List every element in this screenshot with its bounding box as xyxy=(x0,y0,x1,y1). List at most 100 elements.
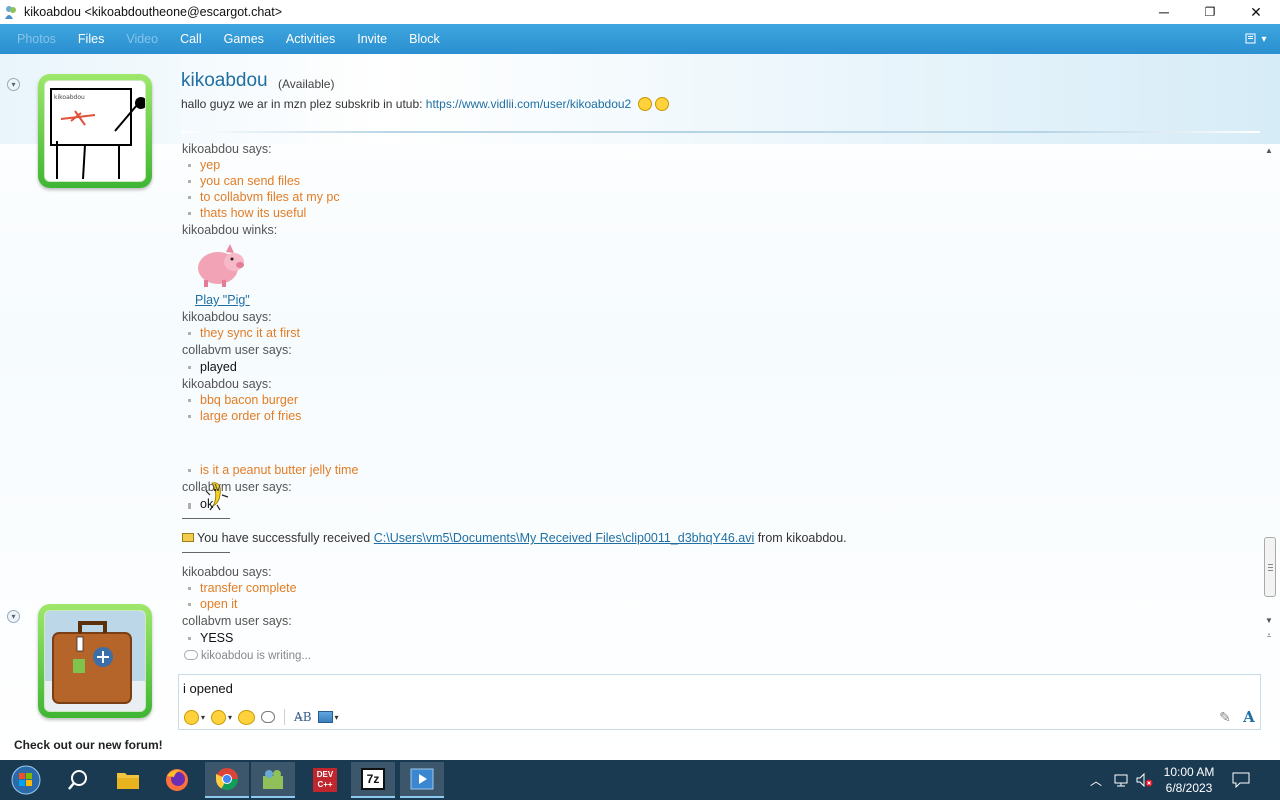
taskbar-file-explorer[interactable] xyxy=(106,762,150,798)
pig-wink-icon[interactable] xyxy=(194,240,246,288)
message-line: YESS xyxy=(182,631,233,645)
start-button[interactable] xyxy=(4,762,48,798)
message-sender: collabvm user says: xyxy=(182,614,292,628)
play-wink-link[interactable]: Play "Pig" xyxy=(195,293,250,307)
7zip-icon: 7z xyxy=(361,768,385,790)
personal-message-link[interactable]: https://www.vidlii.com/user/kikoabdou2 xyxy=(426,97,631,111)
contact-status: (Available) xyxy=(278,77,335,91)
file-transfer-notice: You have successfully received C:\Users\… xyxy=(182,531,847,545)
scroll-up-icon[interactable]: ▲ xyxy=(1262,144,1276,156)
clock-date: 6/8/2023 xyxy=(1165,781,1213,795)
message-line: large order of fries xyxy=(182,409,301,423)
folder-icon xyxy=(117,773,139,789)
network-status[interactable] xyxy=(1112,760,1130,800)
handwriting-button[interactable]: ✎ xyxy=(1213,705,1237,729)
message-line: played xyxy=(182,360,237,374)
wink-button[interactable]: ▾ xyxy=(208,707,235,727)
message-line: yep xyxy=(182,158,220,172)
dev-cpp-icon: DEV C++ xyxy=(313,768,337,792)
contact-avatar[interactable]: kikoabdou xyxy=(38,74,152,188)
suitcase-image xyxy=(45,611,145,711)
action-center-button[interactable] xyxy=(1230,760,1252,800)
contact-name: kikoabdou xyxy=(181,70,268,91)
toolbar-separator xyxy=(284,709,286,725)
taskbar-app[interactable] xyxy=(400,762,444,798)
taskbar: DEV C++ 7z ︿ 10:00 AM 6/8/2023 xyxy=(0,760,1280,800)
emoticon-button[interactable]: ▾ xyxy=(181,707,208,727)
chevron-down-icon: ▾ xyxy=(228,712,233,722)
chevron-up-icon: ︿ xyxy=(1089,773,1102,788)
wink-sender: kikoabdou winks: xyxy=(182,223,278,237)
toolbar-block[interactable]: Block xyxy=(398,32,451,46)
scroll-down-icon[interactable]: ▼ xyxy=(1262,614,1276,626)
toolbar-files[interactable]: Files xyxy=(67,32,115,46)
nudge-button[interactable] xyxy=(258,707,278,727)
background-button[interactable]: ▾ xyxy=(315,707,342,727)
separator xyxy=(182,518,230,519)
search-button[interactable] xyxy=(56,762,100,798)
conversation-window: ▾ kikoabdou kikoabdou (Available) hallo … xyxy=(0,54,1280,760)
search-icon xyxy=(68,770,87,790)
taskbar-clock[interactable]: 10:00 AM 6/8/2023 xyxy=(1158,764,1220,796)
message-line: they sync it at first xyxy=(182,326,300,340)
volume-control[interactable] xyxy=(1136,760,1154,800)
separator xyxy=(182,552,230,553)
own-avatar-image xyxy=(44,610,146,712)
received-file-link[interactable]: C:\Users\vm5\Documents\My Received Files… xyxy=(374,531,755,545)
menu-button[interactable]: ▾ xyxy=(1242,30,1270,48)
messenger-icon xyxy=(263,770,283,789)
taskbar-messenger[interactable] xyxy=(251,762,295,798)
ad-banner-link[interactable]: Check out our new forum! xyxy=(14,738,163,752)
own-avatar[interactable] xyxy=(38,604,152,718)
taskbar-7zip[interactable]: 7z xyxy=(351,762,395,798)
chevron-down-icon: ▾ xyxy=(11,612,16,621)
nudge-icon xyxy=(261,711,276,723)
wink-icon xyxy=(211,709,227,725)
voice-clip-button[interactable] xyxy=(235,707,258,727)
app-window-icon xyxy=(410,768,434,790)
toolbar-call[interactable]: Call xyxy=(169,32,213,46)
personal-message: hallo guyz we ar in mzn plez subskrib in… xyxy=(181,97,669,111)
taskbar-chrome[interactable] xyxy=(205,762,249,798)
toolbar-activities[interactable]: Activities xyxy=(275,32,346,46)
pencil-icon xyxy=(184,650,198,660)
message-sender: kikoabdou says: xyxy=(182,142,272,156)
font-icon: A xyxy=(1243,708,1255,726)
conversation-scrollbar[interactable]: ▲ ▼ ⩡ xyxy=(1262,144,1276,644)
taskbar-dev-cpp[interactable]: DEV C++ xyxy=(303,762,347,798)
close-button[interactable]: ✕ xyxy=(1233,0,1279,24)
title-bar: kikoabdou <kikoabdoutheone@escargot.chat… xyxy=(0,0,1280,24)
spell-check-button[interactable]: A̶B xyxy=(291,707,314,727)
header-divider xyxy=(181,131,1260,133)
message-sender: collabvm user says: xyxy=(182,480,292,494)
clock-time: 10:00 AM xyxy=(1163,765,1215,779)
scroll-thumb[interactable] xyxy=(1264,537,1276,597)
smiley-icon xyxy=(184,709,199,725)
scroll-to-end-icon[interactable]: ⩡ xyxy=(1262,630,1276,642)
message-line: transfer complete xyxy=(182,581,297,595)
toolbar-invite[interactable]: Invite xyxy=(346,32,398,46)
chevron-down-icon: ▾ xyxy=(334,712,339,722)
show-hidden-icons[interactable]: ︿ xyxy=(1088,760,1104,800)
contact-avatar-image: kikoabdou xyxy=(44,80,146,182)
toolbar-photos[interactable]: Photos xyxy=(6,32,67,46)
message-input[interactable]: i opened ▾ ▾ A̶B ▾ ✎ A xyxy=(178,674,1261,730)
message-input-text: i opened xyxy=(183,681,233,696)
stick-figure-drawing: kikoabdou xyxy=(45,81,145,181)
toolbar-video[interactable]: Video xyxy=(115,32,169,46)
taskbar-firefox[interactable] xyxy=(155,762,199,798)
collapse-own-avatar-button[interactable]: ▾ xyxy=(7,610,20,623)
font-button[interactable]: A xyxy=(1237,705,1261,729)
notification-icon xyxy=(1232,772,1250,788)
window-title: kikoabdou <kikoabdoutheone@escargot.chat… xyxy=(24,5,283,19)
chrome-icon xyxy=(216,768,238,790)
toolbar-games[interactable]: Games xyxy=(213,32,275,46)
chevron-down-icon: ▾ xyxy=(11,80,16,89)
restore-button[interactable]: ❐ xyxy=(1187,0,1233,24)
formatting-toolbar: ▾ ▾ A̶B ▾ ✎ A xyxy=(179,705,1260,729)
message-sender: collabvm user says: xyxy=(182,343,292,357)
minimize-button[interactable]: ─ xyxy=(1141,0,1187,24)
collapse-contact-button[interactable]: ▾ xyxy=(7,78,20,91)
message-line: you can send files xyxy=(182,174,300,188)
message-line: bbq bacon burger xyxy=(182,393,298,407)
